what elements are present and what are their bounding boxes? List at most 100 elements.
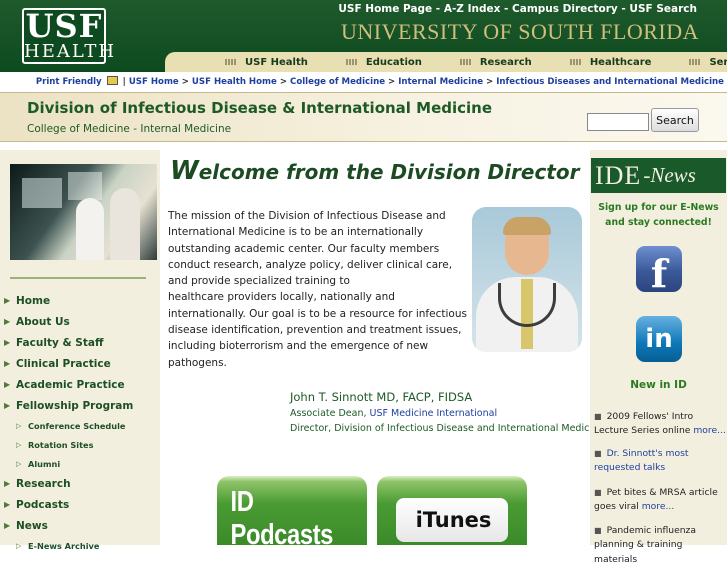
nav-dots-icon [225, 59, 237, 65]
nav-dots-icon [459, 59, 472, 65]
triangle-right-icon: ▶ [4, 380, 11, 389]
director-title-1: Associate Dean, USF Medicine Internation… [290, 408, 498, 419]
sidebar-item-enews-archive[interactable]: ▷ E-News Archive [4, 536, 160, 555]
director-name: John T. Sinnott MD, FACP, FIDSA [290, 390, 473, 404]
news-item: ■ Dr. Sinnott's most requested talks [594, 447, 726, 476]
sidebar-item-conference-schedule[interactable]: ▷ Conference Schedule [4, 416, 160, 435]
division-subtitle[interactable]: College of Medicine - Internal Medicine [27, 123, 231, 135]
nav-education[interactable]: Education [345, 56, 422, 68]
logo-usf-text: USF [25, 7, 103, 45]
nav-healthcare[interactable]: Healthcare [569, 56, 652, 68]
division-banner: Division of Infectious Disease & Interna… [0, 92, 727, 142]
top-utility-links[interactable]: USF Home Page - A-Z Index - Campus Direc… [338, 3, 697, 15]
news-requested-talks-link[interactable]: Dr. Sinnott's most requested talks [594, 448, 688, 473]
sidebar-item-about-us[interactable]: ▶ About Us [4, 311, 160, 332]
nav-label: USF Health [245, 56, 308, 68]
bullet-icon: ■ [594, 449, 602, 458]
main-content: Welcome from the Division Director The m… [160, 150, 604, 551]
logo-health-text: HEALTH [24, 41, 117, 62]
crumb-college-of-medicine[interactable]: College of Medicine [290, 77, 385, 87]
sidebar-item-alumni[interactable]: ▷ Alumni [4, 454, 160, 473]
triangle-right-icon: ▶ [4, 401, 11, 410]
triangle-right-icon: ▶ [4, 521, 11, 530]
page-title-rest: elcome from the Division Director [198, 160, 580, 184]
triangle-right-icon: ▶ [4, 359, 11, 368]
crumb-usf-health-home[interactable]: USF Health Home [192, 77, 277, 87]
sidebar-item-research[interactable]: ▶ Research [4, 473, 160, 494]
triangle-right-icon: ▶ [4, 317, 11, 326]
main-nav: USF Health Education Research Healthcare… [165, 52, 727, 72]
news-more-link[interactable]: more... [642, 501, 675, 512]
bullet-icon: ■ [594, 412, 602, 421]
triangle-right-outline-icon: ▷ [16, 421, 22, 430]
ide-news-banner[interactable]: IDE -News [591, 158, 726, 193]
crumb-usf-home[interactable]: USF Home [129, 77, 179, 87]
sidebar-item-clinical-practice[interactable]: ▶ Clinical Practice [4, 353, 160, 374]
page-title-initial: W [170, 156, 199, 186]
site-header: USF HEALTH USF Home Page - A-Z Index - C… [0, 0, 727, 72]
nav-usf-health[interactable]: USF Health [225, 57, 308, 68]
crumb-infectious-diseases[interactable]: Infectious Diseases and International Me… [496, 77, 724, 87]
bullet-icon: ■ [594, 488, 602, 497]
nav-label: Education [365, 56, 422, 68]
director-signature: John T. Sinnott MD, FACP, FIDSA Associat… [290, 390, 604, 436]
director-photo [472, 207, 582, 352]
left-sidebar: ▶ Home ▶ About Us ▶ Faculty & Staff ▶ Clinic… [0, 150, 160, 551]
sidebar-item-news[interactable]: ▶ News [4, 515, 160, 536]
triangle-right-outline-icon: ▷ [16, 440, 22, 449]
triangle-right-icon: ▶ [4, 500, 11, 509]
nav-label: Research [479, 56, 532, 68]
mission-statement: The mission of the Division of Infectiou… [168, 210, 467, 369]
print-friendly-link[interactable]: Print Friendly [36, 77, 102, 87]
triangle-right-outline-icon: ▷ [16, 459, 22, 468]
sidebar-item-home[interactable]: ▶ Home [4, 290, 160, 311]
ide-news-word: -News [643, 163, 696, 187]
division-title: Division of Infectious Disease & Interna… [27, 99, 493, 117]
printer-icon[interactable] [106, 76, 118, 85]
sidebar-item-faculty-staff[interactable]: ▶ Faculty & Staff [4, 332, 160, 353]
ide-news-id: IDE [595, 160, 642, 190]
enews-signup-link[interactable]: Sign up for our E-News and stay connecte… [590, 201, 727, 230]
nav-dots-icon [345, 59, 358, 65]
nav-label: Healthcare [589, 56, 652, 68]
nav-label: Service [709, 56, 727, 68]
sidebar-item-podcasts[interactable]: ▶ Podcasts [4, 494, 160, 515]
news-more-link[interactable]: more... [693, 425, 726, 436]
news-heading: New in ID [630, 379, 687, 391]
linkedin-icon[interactable]: in [636, 316, 682, 362]
sidebar-divider [10, 277, 146, 279]
university-name: UNIVERSITY OF SOUTH FLORIDA [341, 19, 699, 44]
sidebar-item-rotation-sites[interactable]: ▷ Rotation Sites [4, 435, 160, 454]
news-item: ■ Pet bites & MRSA article goes viral mor… [594, 487, 718, 513]
facebook-icon[interactable]: f [636, 246, 682, 292]
sidebar-item-fellowship-program[interactable]: ▶ Fellowship Program [4, 395, 160, 416]
nav-service[interactable]: Service [689, 57, 727, 68]
search-button[interactable]: Search [651, 108, 699, 132]
news-item: ■ 2009 Fellows' Intro Lecture Series onli… [594, 411, 726, 437]
triangle-right-outline-icon: ▷ [16, 541, 22, 550]
itunes-button[interactable]: iTunes [377, 476, 527, 545]
crumb-internal-medicine[interactable]: Internal Medicine [398, 77, 483, 87]
id-podcasts-button[interactable]: ID Podcasts [217, 476, 367, 551]
usf-health-logo[interactable]: USF HEALTH [22, 7, 117, 64]
triangle-right-icon: ▶ [4, 296, 11, 305]
nav-research[interactable]: Research [459, 56, 532, 68]
search-input[interactable] [587, 113, 649, 131]
breadcrumb: Print Friendly | USF Home > USF Health H… [35, 76, 724, 87]
nav-dots-icon [689, 59, 702, 65]
lab-photo [10, 164, 157, 260]
usf-medicine-international-link[interactable]: USF Medicine International [370, 408, 498, 419]
page-title: Welcome from the Division Director [170, 156, 579, 186]
bullet-icon: ■ [594, 526, 602, 535]
id-podcasts-label: ID Podcasts [230, 485, 334, 551]
sidebar-item-academic-practice[interactable]: ▶ Academic Practice [4, 374, 160, 395]
triangle-right-icon: ▶ [4, 479, 11, 488]
news-item: ■ Pandemic influenza planning & training … [594, 525, 697, 565]
itunes-label: iTunes [415, 507, 492, 532]
itunes-plate: iTunes [396, 497, 508, 542]
sidebar-nav: ▶ Home ▶ About Us ▶ Faculty & Staff ▶ Clinic… [4, 290, 160, 555]
triangle-right-icon: ▶ [4, 338, 11, 347]
right-sidebar: IDE -News Sign up for our E-News and stay… [590, 150, 727, 565]
nav-dots-icon [569, 59, 582, 65]
director-title-2: Director, Division of Infectious Disease… [290, 422, 604, 434]
